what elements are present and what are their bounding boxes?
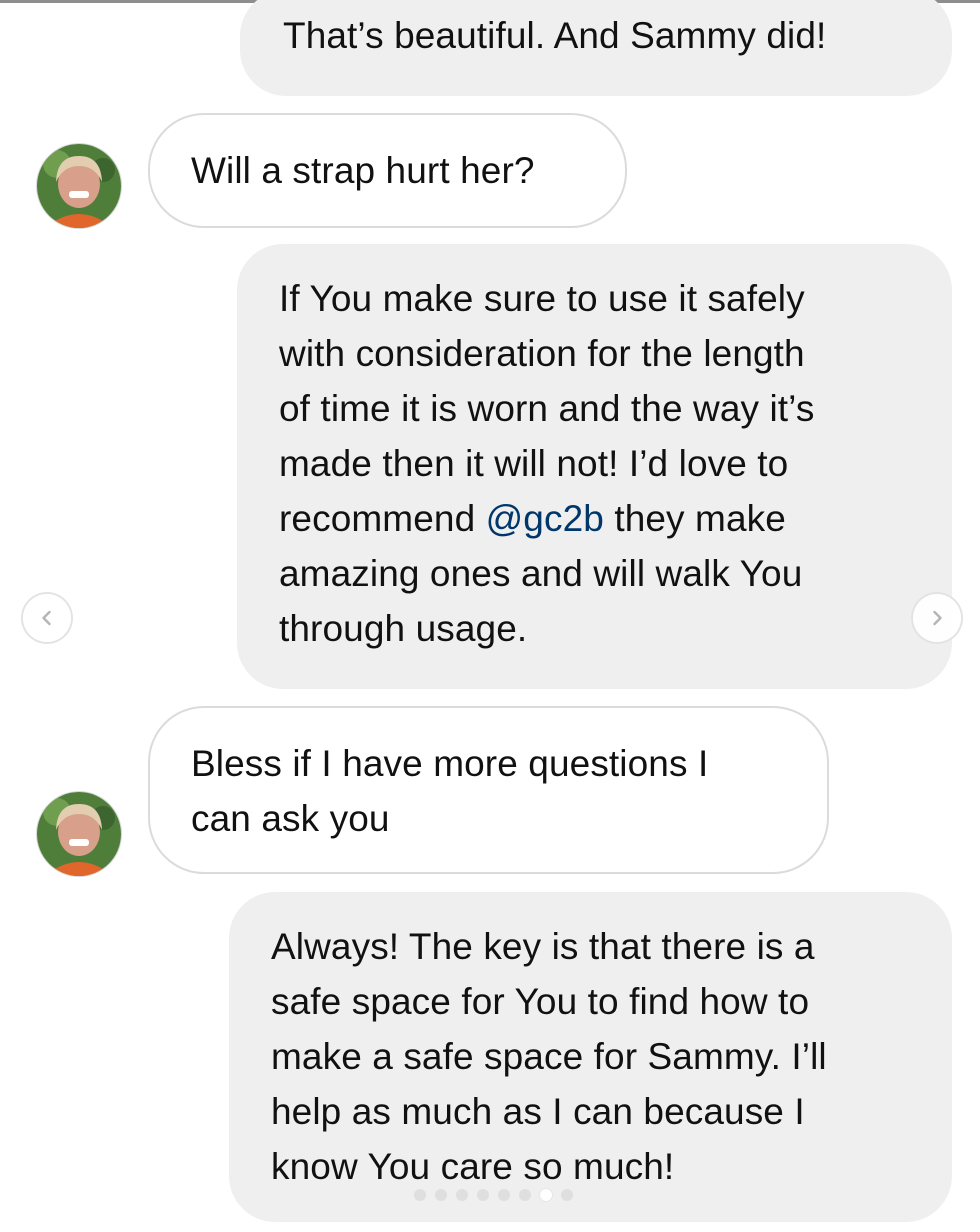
sent-message-bubble: That’s beautiful. And Sammy did! [240,0,952,96]
chevron-right-icon [933,610,942,626]
previous-slide-button[interactable] [23,594,71,642]
message-text: they make [603,498,786,539]
message-line: If You make sure to use it safely [279,278,805,319]
carousel-dot[interactable] [498,1189,510,1201]
message-line: Always! The key is that there is a [271,926,815,967]
carousel-dot[interactable] [456,1189,468,1201]
sender-avatar[interactable] [37,792,121,876]
message-line: amazing ones and will walk You [279,553,803,594]
message-line: help as much as I can because I [271,1091,805,1132]
avatar-photo-icon [37,792,121,876]
chevron-left-icon [42,610,51,626]
received-message-bubble: Will a strap hurt her? [148,113,627,228]
carousel-dot[interactable] [414,1189,426,1201]
message-line: through usage. [279,608,528,649]
carousel-dot[interactable] [519,1189,531,1201]
received-message-bubble: Bless if I have more questions I can ask… [148,706,829,874]
message-line: make a safe space for Sammy. I’ll [271,1036,827,1077]
carousel-dot[interactable] [477,1189,489,1201]
carousel-dot[interactable] [435,1189,447,1201]
message-line: Bless if I have more questions I [191,743,709,784]
next-slide-button[interactable] [913,594,961,642]
message-line: know You care so much! [271,1146,675,1187]
message-text: That’s beautiful. And Sammy did! [283,15,827,56]
carousel-indicator [414,1189,573,1201]
message-line: with consideration for the length [279,333,805,374]
mention-link[interactable]: @gc2b [486,498,604,539]
message-line: of time it is worn and the way it’s [279,388,815,429]
sent-message-bubble: Always! The key is that there is a safe … [229,892,952,1222]
message-text: recommend [279,498,486,539]
carousel-dot[interactable] [540,1189,552,1201]
sent-message-bubble: If You make sure to use it safely with c… [237,244,952,689]
message-line: recommend @gc2b they make [279,491,952,546]
sender-avatar[interactable] [37,144,121,228]
avatar-photo-icon [37,144,121,228]
message-line: can ask you [191,798,390,839]
message-line: safe space for You to find how to [271,981,810,1022]
message-text: Will a strap hurt her? [191,150,535,191]
message-line: made then it will not! I’d love to [279,443,789,484]
carousel-dot[interactable] [561,1189,573,1201]
